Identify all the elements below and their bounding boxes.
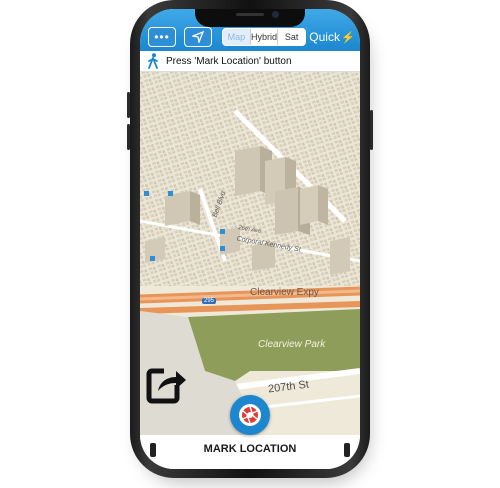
share-button[interactable]: [146, 361, 188, 405]
expressway-label: Clearview Expy: [250, 287, 319, 298]
park-label: Clearview Park: [258, 339, 326, 350]
menu-button[interactable]: •••: [148, 27, 176, 47]
corner-mark-right: [344, 443, 350, 457]
volume-up-button: [127, 92, 130, 118]
front-camera: [272, 11, 279, 18]
walking-person-icon: [148, 53, 158, 69]
navigation-arrow-icon: [192, 31, 204, 43]
mark-location-label[interactable]: MARK LOCATION: [140, 443, 360, 455]
map-type-sat[interactable]: Sat: [277, 29, 305, 45]
lightning-bolt-icon: ⚡: [340, 31, 355, 44]
phone-notch: [195, 9, 305, 27]
share-arrow-icon: [146, 365, 188, 404]
camera-shutter-icon: [239, 404, 261, 426]
corner-mark-left: [150, 443, 156, 457]
map-type-map[interactable]: Map: [223, 29, 250, 45]
instruction-bar: Press 'Mark Location' button: [140, 51, 360, 72]
quick-button[interactable]: Quick ⚡: [308, 27, 356, 47]
bottom-bar: MARK LOCATION: [140, 435, 360, 469]
map-type-selector[interactable]: Map Hybrid Sat: [222, 28, 306, 46]
power-button: [370, 110, 373, 150]
quick-label: Quick: [309, 30, 340, 44]
locate-button[interactable]: [184, 27, 212, 47]
map-type-hybrid[interactable]: Hybrid: [249, 29, 278, 45]
more-dots-icon: •••: [154, 30, 170, 44]
phone-screen: Bell Blvd 26th Ave Corporal Kennedy St 2…: [140, 9, 360, 469]
volume-down-button: [127, 124, 130, 150]
phone-speaker: [236, 13, 264, 16]
highway-shield: 295: [202, 298, 217, 304]
instruction-text: Press 'Mark Location' button: [166, 55, 292, 67]
mark-location-button[interactable]: [230, 395, 270, 435]
